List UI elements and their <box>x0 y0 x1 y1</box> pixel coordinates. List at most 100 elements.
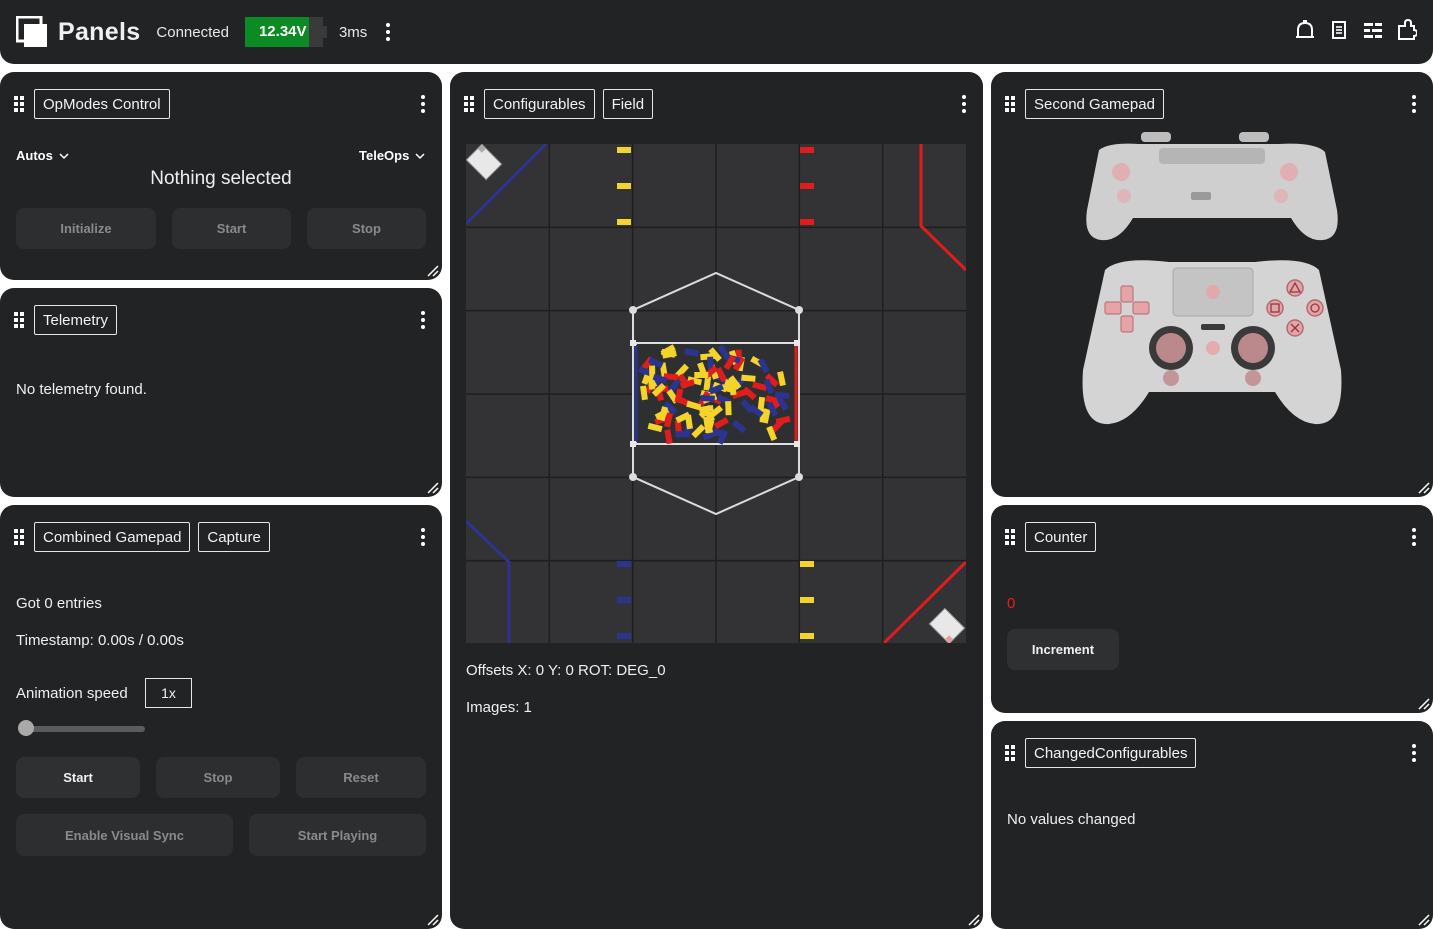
sample-block <box>694 372 709 378</box>
sample-marker <box>800 183 814 189</box>
sample-marker <box>617 147 631 153</box>
opmode-status: Nothing selected <box>150 168 292 189</box>
resize-handle-icon[interactable] <box>1418 482 1430 494</box>
sample-marker <box>800 147 814 153</box>
drag-handle-icon[interactable] <box>1005 529 1015 545</box>
tab-changed-configurables[interactable]: ChangedConfigurables <box>1025 738 1197 768</box>
tab-configurables[interactable]: Configurables <box>484 89 595 119</box>
start-playing-button[interactable]: Start Playing <box>249 814 426 856</box>
panel-header: OpModes Control <box>14 88 428 120</box>
top-bar: Panels Connected 12.34V 3ms <box>0 0 1433 64</box>
sample-marker <box>617 219 631 225</box>
panel-header: Configurables Field <box>464 88 969 120</box>
sample-marker <box>800 633 814 639</box>
offsets-readout: Offsets X: 0 Y: 0 ROT: DEG_0 <box>466 662 666 679</box>
battery-cap <box>322 26 327 38</box>
panel-header: Combined Gamepad Capture <box>14 521 428 553</box>
combined-gamepad-panel: Combined Gamepad Capture <box>0 505 442 929</box>
panel-header: Second Gamepad <box>1005 88 1419 120</box>
entries-count: Got 0 entries <box>16 595 102 612</box>
panel-menu-icon[interactable] <box>418 94 428 114</box>
sample-marker <box>800 561 814 567</box>
gamepad-front-view <box>1082 260 1342 425</box>
tab-second-gamepad[interactable]: Second Gamepad <box>1025 89 1164 119</box>
telemetry-message: No telemetry found. <box>16 381 147 398</box>
tab-combined-gamepad[interactable]: Combined Gamepad <box>34 522 191 552</box>
list-icon[interactable] <box>1363 18 1383 42</box>
tab-opmodes-control[interactable]: OpModes Control <box>34 89 170 119</box>
teleops-dropdown[interactable]: TeleOps <box>359 148 425 163</box>
resize-handle-icon[interactable] <box>1418 698 1430 710</box>
sample-marker <box>800 597 814 603</box>
images-count: Images: 1 <box>466 699 532 716</box>
panel-menu-icon[interactable] <box>1409 743 1419 763</box>
timestamp-text: Timestamp: 0.00s / 0.00s <box>16 632 184 649</box>
panel-header: ChangedConfigurables <box>1005 737 1419 769</box>
counter-panel: Counter 0 Increment <box>991 505 1433 713</box>
panel-menu-icon[interactable] <box>959 94 969 114</box>
changed-configurables-panel: ChangedConfigurables No values changed <box>991 721 1433 929</box>
panel-header: Counter <box>1005 521 1419 553</box>
sample-block <box>725 401 732 416</box>
resize-handle-icon[interactable] <box>427 482 439 494</box>
tab-field[interactable]: Field <box>602 89 654 119</box>
app-title: Panels <box>58 17 141 46</box>
tab-counter[interactable]: Counter <box>1025 522 1097 552</box>
panel-menu-icon[interactable] <box>418 310 428 330</box>
telemetry-panel: Telemetry No telemetry found. <box>0 288 442 497</box>
animation-speed-select[interactable]: 1x <box>145 678 192 708</box>
panels-logo-icon <box>15 15 48 48</box>
teleops-label: TeleOps <box>359 148 410 163</box>
drag-handle-icon[interactable] <box>14 312 24 328</box>
gamepad-illustration <box>1082 132 1342 425</box>
resize-handle-icon[interactable] <box>427 265 439 277</box>
second-gamepad-panel: Second Gamepad <box>991 72 1433 497</box>
more-options-icon[interactable] <box>383 22 393 42</box>
drag-handle-icon[interactable] <box>14 96 24 112</box>
ping-latency: 3ms <box>338 23 368 41</box>
drag-handle-icon[interactable] <box>464 96 474 112</box>
initialize-button[interactable]: Initialize <box>16 208 156 249</box>
autos-dropdown[interactable]: Autos <box>16 148 69 163</box>
playback-stop-button[interactable]: Stop <box>156 757 280 798</box>
drag-handle-icon[interactable] <box>14 529 24 545</box>
timeline-slider-thumb[interactable] <box>18 720 34 736</box>
changed-message: No values changed <box>1007 811 1136 828</box>
animation-speed-label: Animation speed <box>16 685 128 702</box>
panel-menu-icon[interactable] <box>1409 527 1419 547</box>
sample-marker <box>617 561 631 567</box>
timeline-slider-track[interactable] <box>25 726 145 732</box>
resize-handle-icon[interactable] <box>968 914 980 926</box>
resize-handle-icon[interactable] <box>427 914 439 926</box>
panel-menu-icon[interactable] <box>1409 94 1419 114</box>
sample-marker <box>617 597 631 603</box>
stop-button[interactable]: Stop <box>307 208 426 249</box>
opmodes-panel: OpModes Control Autos TeleOps Nothing se… <box>0 72 442 280</box>
sample-marker <box>617 183 631 189</box>
sample-block <box>700 395 715 402</box>
field-panel: Configurables Field Offsets X: 0 Y: 0 RO… <box>450 72 983 929</box>
sample-block <box>741 374 756 382</box>
sample-marker <box>800 219 814 225</box>
tab-telemetry[interactable]: Telemetry <box>34 305 118 335</box>
drag-handle-icon[interactable] <box>1005 745 1015 761</box>
start-button[interactable]: Start <box>172 208 291 249</box>
panel-menu-icon[interactable] <box>418 527 428 547</box>
puzzle-icon[interactable] <box>1397 18 1417 42</box>
resize-handle-icon[interactable] <box>1418 914 1430 926</box>
chevron-down-icon <box>415 152 425 159</box>
battery-indicator: 12.34V <box>244 17 327 47</box>
tab-capture[interactable]: Capture <box>198 522 270 552</box>
drag-handle-icon[interactable] <box>1005 96 1015 112</box>
gamepad-back-view <box>1086 132 1338 241</box>
battery-voltage: 12.34V <box>258 23 307 40</box>
playback-start-button[interactable]: Start <box>16 757 140 798</box>
bell-icon[interactable] <box>1295 18 1315 42</box>
field-view[interactable] <box>464 142 968 645</box>
playback-reset-button[interactable]: Reset <box>296 757 426 798</box>
field-canvas <box>464 142 968 645</box>
sample-marker <box>617 633 631 639</box>
document-icon[interactable] <box>1329 18 1349 42</box>
increment-button[interactable]: Increment <box>1007 629 1119 670</box>
enable-visual-sync-button[interactable]: Enable Visual Sync <box>16 814 233 856</box>
